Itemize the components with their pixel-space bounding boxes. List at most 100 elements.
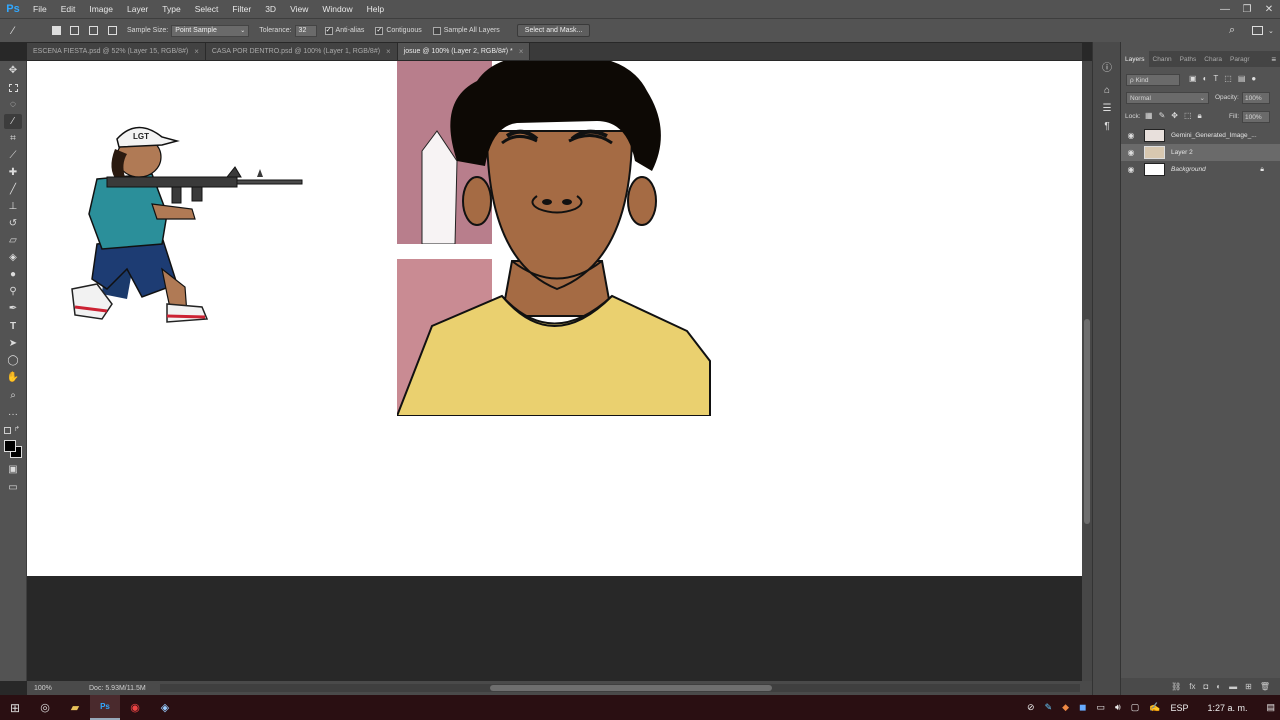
- clock[interactable]: 1:27 a. m.: [1193, 703, 1261, 713]
- menu-select[interactable]: Select: [188, 4, 226, 14]
- intersect-selection-icon[interactable]: [108, 26, 117, 35]
- layer-name[interactable]: Background: [1171, 166, 1206, 173]
- language-indicator[interactable]: ESP: [1165, 703, 1193, 713]
- add-selection-icon[interactable]: [70, 26, 79, 35]
- tray-app-icon[interactable]: ◼: [1074, 702, 1091, 713]
- type-filter-icon[interactable]: T: [1213, 74, 1218, 83]
- visibility-eye-icon[interactable]: ◉: [1126, 148, 1136, 157]
- image-filter-icon[interactable]: ▣: [1189, 74, 1197, 83]
- tab-paragraph[interactable]: Paragr: [1226, 51, 1254, 67]
- horizontal-scroll-thumb[interactable]: [490, 685, 772, 691]
- restore-button[interactable]: ❐: [1236, 0, 1258, 18]
- foreground-color-swatch[interactable]: [4, 440, 16, 452]
- adjustment-layer-icon[interactable]: ◐: [1216, 682, 1221, 691]
- fill-input[interactable]: 100%: [1242, 111, 1270, 123]
- tab-josue[interactable]: josue @ 100% (Layer 2, RGB/8#) * ×: [397, 43, 531, 60]
- paint-bucket-icon[interactable]: ◈: [4, 250, 22, 265]
- eyedropper-tool-icon[interactable]: ⟋: [4, 148, 22, 163]
- crop-tool-icon[interactable]: ⌗: [4, 131, 22, 146]
- layer-row[interactable]: ◉ Layer 2: [1121, 144, 1280, 161]
- close-icon[interactable]: ×: [519, 47, 524, 56]
- menu-view[interactable]: View: [283, 4, 315, 14]
- opacity-input[interactable]: 100%: [1242, 92, 1270, 104]
- menu-type[interactable]: Type: [155, 4, 187, 14]
- vertical-scrollbar[interactable]: [1082, 61, 1092, 681]
- layer-row[interactable]: ◉ Gemini_Generated_Image_...: [1121, 127, 1280, 144]
- vertical-scroll-thumb[interactable]: [1084, 319, 1090, 524]
- hand-tool-icon[interactable]: ✋: [4, 370, 22, 385]
- new-selection-icon[interactable]: [52, 26, 61, 35]
- blur-tool-icon[interactable]: ●: [4, 267, 22, 282]
- adjustments-icon[interactable]: ☰: [1099, 100, 1115, 116]
- lock-transparent-icon[interactable]: ▦: [1145, 111, 1153, 121]
- filter-toggle-icon[interactable]: ●: [1251, 74, 1256, 83]
- horizontal-scrollbar[interactable]: [160, 684, 1080, 692]
- close-button[interactable]: ✕: [1258, 0, 1280, 18]
- paragraph-icon[interactable]: ¶: [1099, 118, 1115, 134]
- cortana-icon[interactable]: ◎: [30, 695, 60, 720]
- menu-file[interactable]: File: [26, 4, 54, 14]
- path-selection-icon[interactable]: ➤: [4, 336, 22, 351]
- tray-app-icon[interactable]: ✎: [1040, 702, 1058, 713]
- stamp-tool-icon[interactable]: ⊥: [4, 199, 22, 214]
- layer-effects-icon[interactable]: fx: [1189, 682, 1195, 691]
- close-icon[interactable]: ×: [386, 47, 391, 56]
- lock-position-icon[interactable]: ✥: [1171, 111, 1178, 121]
- marquee-tool-icon[interactable]: [4, 80, 22, 95]
- menu-help[interactable]: Help: [360, 4, 391, 14]
- network-icon[interactable]: ▭: [1092, 702, 1111, 713]
- tab-casa-por-dentro[interactable]: CASA POR DENTRO.psd @ 100% (Layer 1, RGB…: [205, 43, 398, 60]
- document-canvas[interactable]: LGT: [27, 61, 1082, 576]
- history-icon[interactable]: ⌂: [1099, 82, 1115, 98]
- workspace-chevron-icon[interactable]: ⌄: [1268, 27, 1274, 35]
- chrome-icon[interactable]: ◉: [120, 695, 150, 720]
- tab-character[interactable]: Chara: [1200, 51, 1226, 67]
- subtract-selection-icon[interactable]: [89, 26, 98, 35]
- tab-escena-fiesta[interactable]: ESCENA FIESTA.psd @ 52% (Layer 15, RGB/8…: [27, 43, 206, 60]
- tray-app-icon[interactable]: ▢: [1126, 702, 1145, 713]
- healing-brush-icon[interactable]: ✚: [4, 165, 22, 180]
- tab-channels[interactable]: Chann: [1149, 51, 1176, 67]
- shape-filter-icon[interactable]: ⬚: [1224, 74, 1232, 83]
- sample-size-dropdown[interactable]: Point Sample ⌄: [171, 24, 250, 37]
- select-and-mask-button[interactable]: Select and Mask...: [516, 24, 591, 37]
- photoshop-taskbar-icon[interactable]: Ps: [90, 695, 120, 720]
- menu-3d[interactable]: 3D: [258, 4, 283, 14]
- new-layer-icon[interactable]: ⊞: [1245, 682, 1252, 691]
- tab-layers[interactable]: Layers: [1121, 51, 1149, 67]
- volume-icon[interactable]: 🔊︎: [1110, 702, 1126, 713]
- search-icon[interactable]: ⌕: [1229, 24, 1235, 37]
- close-icon[interactable]: ×: [194, 47, 199, 56]
- screen-mode-icon[interactable]: ▭: [4, 480, 22, 495]
- visibility-eye-icon[interactable]: ◉: [1126, 165, 1136, 174]
- tray-app-icon[interactable]: ◆: [1057, 702, 1074, 713]
- app-icon[interactable]: ◈: [150, 695, 180, 720]
- swap-colors-icon[interactable]: ↱: [14, 425, 20, 433]
- menu-image[interactable]: Image: [82, 4, 120, 14]
- visibility-eye-icon[interactable]: ◉: [1126, 131, 1136, 140]
- minimize-button[interactable]: —: [1214, 0, 1236, 18]
- link-layers-icon[interactable]: ⛓: [1171, 682, 1181, 691]
- tray-app-icon[interactable]: ⊘: [1022, 702, 1040, 713]
- menu-edit[interactable]: Edit: [54, 4, 83, 14]
- kind-filter[interactable]: ρ Kind: [1126, 74, 1180, 86]
- adjustment-filter-icon[interactable]: ◐: [1203, 74, 1208, 83]
- menu-filter[interactable]: Filter: [225, 4, 258, 14]
- brush-tool-icon[interactable]: ╱: [4, 182, 22, 197]
- magic-wand-tool-preset-icon[interactable]: ⁄: [0, 25, 26, 37]
- add-mask-icon[interactable]: ◘: [1203, 682, 1208, 691]
- layer-row[interactable]: ◉ Background 🔒︎: [1121, 161, 1280, 178]
- lock-artboard-icon[interactable]: ⬚: [1184, 111, 1192, 121]
- more-tools-icon[interactable]: ···: [4, 407, 22, 422]
- new-group-icon[interactable]: ▬: [1229, 682, 1237, 691]
- photoshop-logo[interactable]: Ps: [0, 0, 26, 18]
- delete-layer-icon[interactable]: 🗑︎: [1260, 682, 1270, 691]
- lock-image-icon[interactable]: ✎: [1159, 111, 1166, 121]
- menu-layer[interactable]: Layer: [120, 4, 155, 14]
- menu-window[interactable]: Window: [315, 4, 359, 14]
- sample-all-layers-checkbox[interactable]: [432, 26, 441, 35]
- notifications-icon[interactable]: ▤: [1261, 702, 1280, 713]
- pen-icon[interactable]: ✍: [1144, 702, 1165, 713]
- blend-mode-dropdown[interactable]: Normal ⌄: [1126, 92, 1209, 104]
- tab-paths[interactable]: Paths: [1176, 51, 1201, 67]
